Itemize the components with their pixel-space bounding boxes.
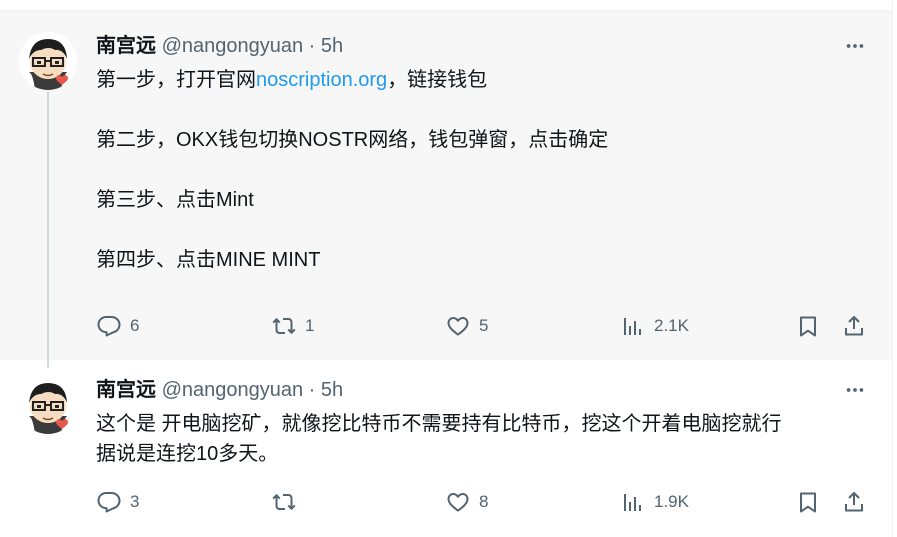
bookmark-icon [796, 490, 820, 514]
more-button[interactable] [842, 34, 868, 58]
more-icon [844, 35, 866, 57]
author-handle[interactable]: @nangongyuan [162, 379, 304, 401]
bookmark-button[interactable] [795, 313, 821, 339]
heart-icon [446, 314, 470, 338]
tweet-text-line: 这个是 开电脑挖矿，就像挖比特币不需要持有比特币，挖这个开着电脑挖就行 [96, 413, 782, 435]
avatar[interactable] [19, 32, 77, 90]
reply-count: 6 [130, 316, 140, 335]
like-count: 5 [479, 316, 489, 335]
avatar[interactable] [19, 376, 77, 434]
share-button[interactable] [841, 313, 867, 339]
tweet-1[interactable] [0, 10, 892, 361]
bookmark-button[interactable] [795, 489, 821, 515]
share-icon [842, 314, 866, 338]
views-button[interactable]: 2.1K [620, 313, 689, 339]
views-count: 2.1K [654, 316, 689, 335]
tweet-text-line: 第二步，OKX钱包切换NOSTR网络，钱包弹窗，点击确定 [96, 129, 609, 151]
avatar-image [19, 376, 77, 434]
repost-button[interactable]: 1 [271, 313, 314, 339]
author-name[interactable]: 南宫远 [96, 35, 156, 57]
like-button[interactable]: 8 [445, 489, 488, 515]
tweet-text-line: 第四步、点击MINE MINT [96, 249, 321, 271]
repost-icon [272, 490, 296, 514]
share-icon [842, 490, 866, 514]
more-icon [844, 379, 866, 401]
views-icon [621, 490, 645, 514]
reply-icon [97, 314, 121, 338]
share-button[interactable] [841, 489, 867, 515]
tweet-text-line: 第三步、点击Mint [96, 189, 254, 211]
more-button[interactable] [842, 378, 868, 402]
tweet-time[interactable]: 5h [321, 35, 343, 57]
separator-dot: · [308, 379, 316, 401]
like-count: 8 [479, 492, 489, 511]
tweet-link[interactable]: noscription.org [256, 69, 387, 91]
tweet-header: 南宫远 @nangongyuan · 5h [96, 378, 343, 402]
separator-dot: · [308, 35, 316, 57]
text-segment: 第一步，打开官网 [96, 69, 256, 91]
avatar-image [19, 32, 77, 90]
like-button[interactable]: 5 [445, 313, 488, 339]
tweet-text-line: 第一步，打开官网noscription.org，链接钱包 [96, 67, 487, 93]
text-segment: ，链接钱包 [387, 69, 488, 91]
tweet-header: 南宫远 @nangongyuan · 5h [96, 34, 343, 58]
views-count: 1.9K [654, 492, 689, 511]
bookmark-icon [796, 314, 820, 338]
tweet-text-line: 据说是连挖10多天。 [96, 443, 279, 465]
repost-button[interactable] [271, 489, 305, 515]
reply-icon [97, 490, 121, 514]
author-handle[interactable]: @nangongyuan [162, 35, 304, 57]
author-name[interactable]: 南宫远 [96, 379, 156, 401]
reply-count: 3 [130, 492, 140, 511]
heart-icon [446, 490, 470, 514]
reply-button[interactable]: 3 [96, 489, 139, 515]
views-icon [621, 314, 645, 338]
thread-connector-line [47, 92, 49, 368]
repost-count: 1 [305, 316, 315, 335]
repost-icon [272, 314, 296, 338]
reply-button[interactable]: 6 [96, 313, 139, 339]
views-button[interactable]: 1.9K [620, 489, 689, 515]
right-border [892, 0, 893, 537]
tweet-time[interactable]: 5h [321, 379, 343, 401]
